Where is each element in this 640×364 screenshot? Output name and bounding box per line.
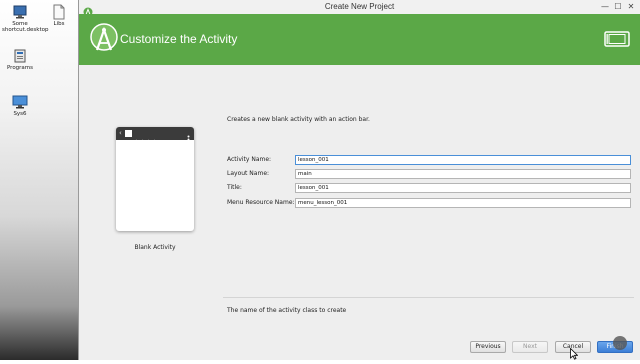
- title-bar[interactable]: Create New Project — ☐ ✕: [79, 0, 640, 17]
- title-input[interactable]: [295, 183, 631, 193]
- desktop-icon-label: Libs: [53, 21, 65, 27]
- title-label: Title:: [227, 184, 242, 191]
- maximize-button[interactable]: ☐: [613, 2, 623, 12]
- desktop: Some shortcut.desktop Libs Programs Sys6: [0, 0, 78, 360]
- blank-activity-thumbnail[interactable]: ‹: [116, 127, 194, 231]
- page-title: Customize the Activity: [120, 32, 238, 46]
- menu-resource-row: Menu Resource Name:: [227, 198, 637, 208]
- menu-resource-input[interactable]: [295, 198, 631, 208]
- activity-name-label: Activity Name:: [227, 156, 272, 163]
- activity-name-row: Activity Name:: [227, 155, 637, 165]
- layout-name-input[interactable]: [295, 169, 631, 179]
- window-title: Create New Project: [324, 2, 395, 11]
- desktop-icon-sys6[interactable]: Sys6: [2, 94, 38, 117]
- overflow-menu-icon: [187, 129, 190, 144]
- title-squiggle-icon: [134, 130, 160, 144]
- device-form-factor-icon: [604, 31, 630, 47]
- next-button[interactable]: Next: [512, 341, 548, 353]
- computer-icon: [12, 4, 28, 20]
- desktop-icon-programs[interactable]: Programs: [2, 48, 38, 71]
- wizard-content: ‹ Blank Activity Creates a new blank act…: [79, 65, 640, 360]
- wizard-header: Customize the Activity: [79, 14, 640, 65]
- monitor-icon: [12, 94, 28, 110]
- template-name: Blank Activity: [134, 244, 176, 251]
- android-studio-logo-icon: [89, 23, 119, 55]
- desktop-icon-label: Sys6: [13, 111, 27, 117]
- activity-name-input[interactable]: [295, 155, 631, 165]
- field-hint: The name of the activity class to create: [227, 307, 347, 314]
- divider: [223, 297, 634, 298]
- program-icon: [12, 48, 28, 64]
- title-row: Title:: [227, 183, 637, 193]
- previous-button[interactable]: Previous: [470, 341, 506, 353]
- mouse-cursor-icon: [570, 345, 579, 360]
- action-bar-preview: ‹: [116, 127, 194, 144]
- menu-resource-label: Menu Resource Name:: [227, 199, 295, 206]
- file-icon: [51, 4, 67, 20]
- close-button[interactable]: ✕: [626, 2, 636, 12]
- tray-indicator-icon: [613, 336, 627, 350]
- desktop-icon-libs[interactable]: Libs: [41, 4, 77, 27]
- desktop-icon-label: Programs: [6, 65, 34, 71]
- desktop-icon-shortcut[interactable]: Some shortcut.desktop: [2, 4, 49, 33]
- layout-name-row: Layout Name:: [227, 169, 637, 179]
- create-project-window: Create New Project — ☐ ✕ Customize the A…: [78, 0, 640, 360]
- back-chevron-icon: ‹: [119, 129, 122, 137]
- minimize-button[interactable]: —: [600, 2, 610, 12]
- layout-name-label: Layout Name:: [227, 170, 270, 177]
- desktop-icon-label: Some shortcut.desktop: [2, 21, 49, 33]
- app-icon-placeholder: [125, 130, 132, 137]
- template-description: Creates a new blank activity with an act…: [227, 116, 370, 123]
